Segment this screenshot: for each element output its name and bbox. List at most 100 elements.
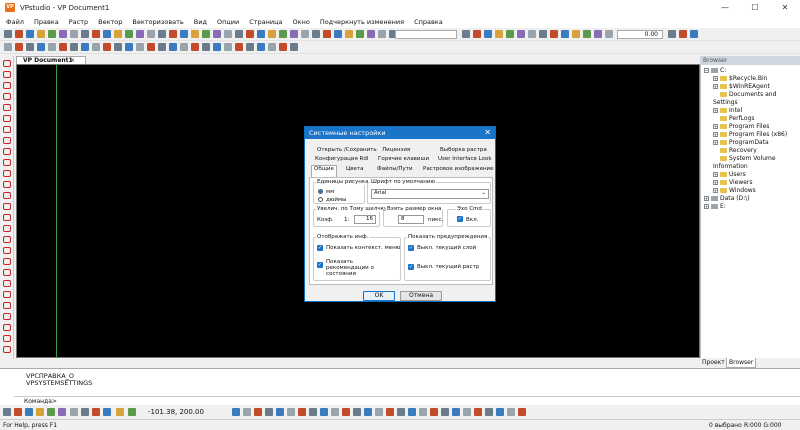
toolbar-button-icon[interactable] [301,30,309,38]
toolbar-button-icon[interactable] [484,30,492,38]
drawing-tool-icon[interactable] [3,346,11,353]
toolbar-button-icon[interactable] [70,43,78,51]
snap-button-icon[interactable] [518,408,526,416]
toolbar-button-icon[interactable] [506,30,514,38]
toolbar-button-icon[interactable] [103,30,111,38]
toolbar-button-icon[interactable] [103,43,111,51]
toolbar-button-icon[interactable] [26,30,34,38]
toolbar-button-icon[interactable] [202,43,210,51]
toolbar-button-icon[interactable] [572,30,580,38]
toolbar-button-icon[interactable] [583,30,591,38]
toolbar-button-icon[interactable] [473,30,481,38]
toolbar-button-icon[interactable] [235,30,243,38]
drawing-tool-icon[interactable] [3,181,11,188]
toolbar-button-icon[interactable] [246,30,254,38]
drawing-tool-icon[interactable] [3,269,11,276]
toolbar-button-icon[interactable] [268,43,276,51]
tree-item[interactable]: + Program Files (x86) [704,131,800,139]
toolbar-button-icon[interactable] [550,30,558,38]
toolbar-button-icon[interactable] [312,30,320,38]
snap-button-icon[interactable] [232,408,240,416]
tree-item[interactable]: + $WinREAgent [704,83,800,91]
snap-button-icon[interactable] [375,408,383,416]
tab-open-save[interactable]: Открыть /Сохранить [317,147,377,154]
menu-item[interactable]: Правка [34,18,59,26]
toolbar-button-icon[interactable] [147,43,155,51]
snap-button-icon[interactable] [103,408,111,416]
tree-item[interactable]: + Windows [704,187,800,195]
drawing-tool-icon[interactable] [3,280,11,287]
snap-button-icon[interactable] [364,408,372,416]
menu-item[interactable]: Растр [69,18,88,26]
toolbar-button-icon[interactable] [125,43,133,51]
menu-item[interactable]: Вектор [98,18,122,26]
tab-ui-look[interactable]: User Interface Look [438,156,492,163]
snap-button-icon[interactable] [70,408,78,416]
tab-hotkeys[interactable]: Горячие клавиши [378,156,429,163]
menu-item[interactable]: Справка [414,18,443,26]
tab-rdl-config[interactable]: Конфигурация Rdl [315,156,368,163]
maximize-button[interactable]: ☐ [740,0,770,15]
toolbar-button-icon[interactable] [114,43,122,51]
tab-project[interactable]: Проект [702,359,725,367]
toolbar-button-icon[interactable] [290,43,298,51]
drawing-tool-icon[interactable] [3,236,11,243]
toolbar-button-icon[interactable] [246,43,254,51]
close-button[interactable]: ✕ [770,0,800,15]
toolbar-button-icon[interactable] [290,30,298,38]
toolbar-button-icon[interactable] [180,43,188,51]
snap-button-icon[interactable] [331,408,339,416]
dialog-close-icon[interactable]: ✕ [484,127,491,139]
toolbar-button-icon[interactable] [224,30,232,38]
tree-item[interactable]: + Viewers [704,179,800,187]
toolbar-button-icon[interactable] [323,30,331,38]
tree-item[interactable]: + Intel [704,107,800,115]
snap-button-icon[interactable] [408,408,416,416]
snap-button-icon[interactable] [287,408,295,416]
expander-icon[interactable]: + [704,196,709,201]
coef-input[interactable]: 16 [354,215,376,224]
expander-icon[interactable]: − [704,68,709,73]
toolbar-button-icon[interactable] [495,30,503,38]
drawing-tool-icon[interactable] [3,71,11,78]
tree-item[interactable]: + ProgramData [704,139,800,147]
toolbar-button-icon[interactable] [92,30,100,38]
toolbar-button-icon[interactable] [59,43,67,51]
toolbar-button-icon[interactable] [191,43,199,51]
tree-item[interactable]: + Program Files [704,123,800,131]
toolbar-button-icon[interactable] [279,30,287,38]
toolbar-button-icon[interactable] [15,43,23,51]
toolbar-button-icon[interactable] [92,43,100,51]
toolbar-button-icon[interactable] [257,30,265,38]
expander-icon[interactable]: + [713,108,718,113]
tree-item[interactable]: + Data (D:\) [704,195,800,203]
tree-item[interactable]: − C: [704,67,800,75]
toolbar-button-icon[interactable] [528,30,536,38]
snap-button-icon[interactable] [386,408,394,416]
toolbar-button-icon[interactable] [81,30,89,38]
snap-button-icon[interactable] [47,408,55,416]
command-input[interactable]: Команда> [14,396,800,405]
snap-button-icon[interactable] [452,408,460,416]
zoom-value-field[interactable]: 0.00 [617,30,663,39]
menu-item[interactable]: Вид [194,18,207,26]
tree-item[interactable]: + E: [704,203,800,211]
expander-icon[interactable]: + [713,84,718,89]
snap-button-icon[interactable] [276,408,284,416]
drawing-tool-icon[interactable] [3,313,11,320]
toolbar-button-icon[interactable] [4,30,12,38]
drawing-tool-icon[interactable] [3,192,11,199]
tab-license[interactable]: Лицензия [382,147,410,154]
drawing-tool-icon[interactable] [3,258,11,265]
toolbar-button-icon[interactable] [70,30,78,38]
toolbar-button-icon[interactable] [539,30,547,38]
unit-inch-radio[interactable] [318,197,323,202]
toolbar-button-icon[interactable] [191,30,199,38]
snap-button-icon[interactable] [243,408,251,416]
tab-browser[interactable]: Browser [726,358,757,368]
drawing-tool-icon[interactable] [3,170,11,177]
tree-item[interactable]: System Volume Information [704,155,800,171]
tree-item[interactable]: + $Recycle.Bin [704,75,800,83]
snap-button-icon[interactable] [485,408,493,416]
snap-button-icon[interactable] [81,408,89,416]
